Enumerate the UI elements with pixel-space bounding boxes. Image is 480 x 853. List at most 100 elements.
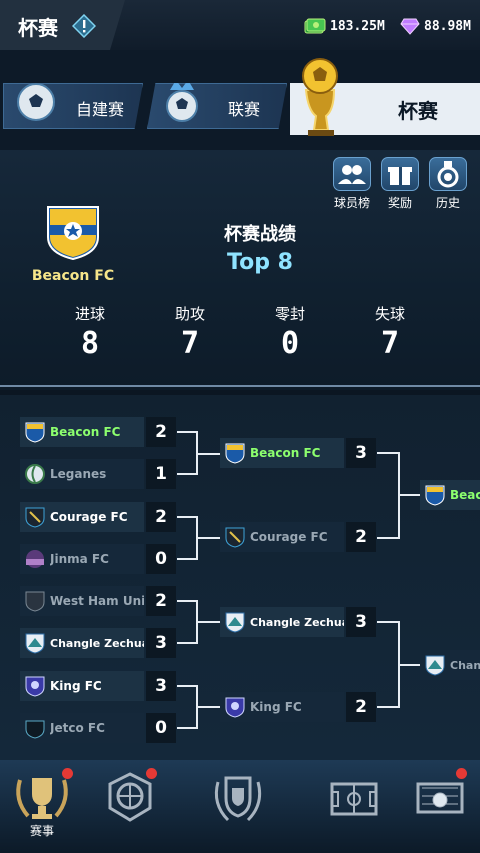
- team-name: Beaco: [450, 488, 480, 502]
- bracket-team[interactable]: Changle Zechuan FC: [20, 628, 144, 658]
- tab-label: 自建赛: [76, 100, 125, 119]
- bracket-team[interactable]: Courage FC: [220, 522, 344, 552]
- team-badge: [25, 422, 45, 443]
- bracket-team[interactable]: West Ham United: [20, 586, 144, 616]
- tab-league[interactable]: 联赛: [147, 83, 287, 129]
- team-name: Jetco FC: [50, 721, 105, 735]
- club-crest: [47, 206, 99, 261]
- team-score: 3: [346, 607, 376, 637]
- nav-training[interactable]: [404, 768, 476, 838]
- tab-label: 杯赛: [398, 99, 438, 123]
- rewards-button[interactable]: [381, 157, 419, 191]
- pitch-icon: [330, 782, 378, 816]
- team-badge: [425, 655, 445, 676]
- medal-icon: [437, 161, 459, 188]
- trophy-icon: [302, 58, 338, 136]
- players-icon: [338, 165, 366, 184]
- bottom-nav: 赛事: [0, 760, 480, 853]
- team-name: Beacon FC: [50, 425, 121, 439]
- nav-club[interactable]: [206, 768, 278, 838]
- team-score: 1: [146, 459, 176, 489]
- nav-world[interactable]: [98, 768, 170, 838]
- bracket-line: [196, 706, 220, 708]
- team-name: King FC: [250, 700, 302, 714]
- tab-label: 联赛: [228, 100, 261, 119]
- bracket-line: [177, 685, 197, 687]
- coin-balance: 183.25M: [304, 17, 385, 35]
- stat-value-assists: 7: [180, 326, 200, 361]
- bracket-team[interactable]: Jinma FC: [20, 544, 144, 574]
- info-icon[interactable]: [72, 14, 96, 38]
- team-badge: [25, 464, 45, 484]
- nav-label: 赛事: [29, 824, 54, 838]
- rank-text: Top 8: [227, 250, 293, 275]
- notification-dot: [146, 768, 157, 779]
- team-badge: [225, 527, 245, 548]
- bracket-team[interactable]: Courage FC: [20, 502, 144, 532]
- bracket-line: [377, 452, 399, 454]
- bracket-team[interactable]: Changl: [420, 650, 480, 680]
- team-score: 2: [146, 502, 176, 532]
- team-name: West Ham United: [50, 594, 144, 608]
- team-score: 2: [346, 692, 376, 722]
- team-score: 2: [346, 522, 376, 552]
- bracket-line: [398, 494, 420, 496]
- club-name: Beacon FC: [31, 268, 115, 284]
- team-badge: [25, 633, 45, 654]
- history-label: 历史: [435, 196, 460, 210]
- bracket-team[interactable]: Changle Zechuan FC: [220, 607, 344, 637]
- bracket-line: [398, 664, 420, 666]
- bracket-line: [177, 473, 197, 475]
- team-score: 0: [146, 544, 176, 574]
- team-badge: [225, 612, 245, 633]
- team-name: Courage FC: [50, 510, 128, 524]
- bracket-line: [177, 600, 197, 602]
- divider: [0, 385, 480, 387]
- stat-value-clean-sheets: 0: [280, 326, 300, 361]
- bracket-team[interactable]: Jetco FC: [20, 713, 144, 743]
- team-badge: [25, 676, 45, 697]
- team-name: King FC: [50, 679, 102, 693]
- bracket-line: [196, 537, 220, 539]
- team-badge: [25, 720, 45, 739]
- team-badge: [225, 443, 245, 464]
- soccer-ball-icon: [17, 83, 55, 121]
- team-score: 3: [146, 628, 176, 658]
- team-name: Changle Zechuan FC: [50, 636, 144, 650]
- stat-label-clean-sheets: 零封: [274, 305, 305, 323]
- nav-tactics[interactable]: [318, 768, 390, 838]
- stat-value-goals: 8: [80, 326, 100, 361]
- player-ranking-button[interactable]: [333, 157, 371, 191]
- bracket-team[interactable]: Beaco: [420, 480, 480, 510]
- nav-events[interactable]: 赛事: [6, 768, 78, 838]
- bracket-line: [377, 537, 399, 539]
- rewards-label: 奖励: [387, 196, 412, 210]
- team-score: 2: [146, 417, 176, 447]
- bracket-line: [377, 706, 399, 708]
- ball-crown-icon: [166, 83, 198, 122]
- team-score: 2: [146, 586, 176, 616]
- shield-icon: [214, 776, 262, 822]
- team-score: 0: [146, 713, 176, 743]
- bracket-team[interactable]: Beacon FC: [220, 438, 344, 468]
- player-ranking-label: 球员榜: [333, 196, 370, 210]
- team-badge: [26, 550, 44, 568]
- bracket-team[interactable]: King FC: [20, 671, 144, 701]
- stat-label-goals: 进球: [74, 305, 105, 323]
- team-name: Beacon FC: [250, 446, 321, 460]
- bracket-team[interactable]: Leganes: [20, 459, 144, 489]
- bracket-team[interactable]: King FC: [220, 692, 344, 722]
- history-button[interactable]: [429, 157, 467, 191]
- team-name: Changl: [450, 658, 480, 672]
- team-name: Jinma FC: [50, 552, 109, 566]
- coin-value: 183.25M: [330, 18, 385, 34]
- bracket-team[interactable]: Beacon FC: [20, 417, 144, 447]
- team-score: 3: [346, 438, 376, 468]
- team-badge: [25, 591, 45, 612]
- team-badge: [425, 485, 445, 506]
- stat-label-conceded: 失球: [374, 305, 405, 323]
- team-name: Changle Zechuan FC: [250, 615, 344, 629]
- bracket-line: [196, 621, 220, 623]
- bracket-line: [177, 727, 197, 729]
- tab-custom-match[interactable]: 自建赛: [3, 83, 143, 129]
